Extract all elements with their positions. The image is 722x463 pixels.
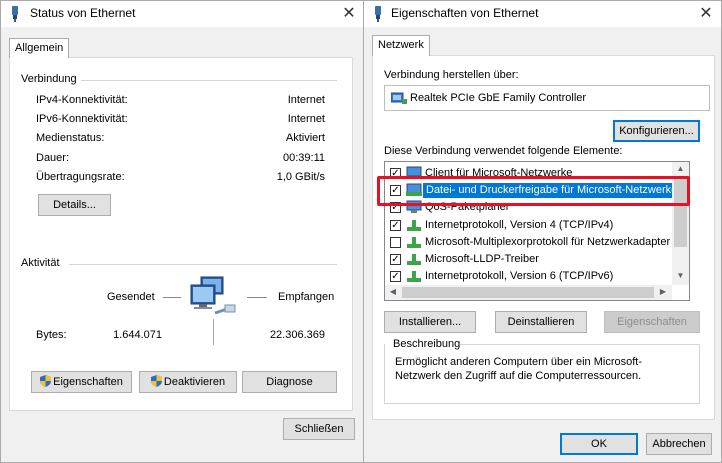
duration-value: 00:39:11 bbox=[282, 152, 325, 164]
received-label: Empfangen bbox=[278, 291, 335, 303]
bytes-received-value: 22.306.369 bbox=[269, 329, 325, 341]
connect-using-label: Verbindung herstellen über: bbox=[384, 69, 519, 81]
chevron-right-icon[interactable]: ▶ bbox=[658, 287, 668, 296]
close-icon[interactable]: ✕ bbox=[696, 3, 716, 23]
duration-label: Dauer: bbox=[36, 152, 70, 164]
status-properties-label: Eigenschaften bbox=[53, 376, 123, 388]
horizontal-scrollbar[interactable]: ◀ ▶ bbox=[385, 285, 672, 300]
ipv6-value: Internet bbox=[287, 113, 325, 125]
properties-window: Eigenschaften von Ethernet ✕ Netzwerk Ve… bbox=[363, 0, 722, 463]
ok-button[interactable]: OK bbox=[560, 433, 638, 455]
install-button[interactable]: Installieren... bbox=[384, 311, 476, 333]
status-close-button[interactable]: Schließen bbox=[283, 418, 355, 440]
ethernet-icon bbox=[375, 6, 381, 22]
highlight-box bbox=[377, 176, 690, 206]
chevron-left-icon[interactable]: ◀ bbox=[388, 287, 398, 296]
list-item[interactable]: Microsoft-Multiplexorprotokoll für Netzw… bbox=[385, 234, 685, 251]
items-label: Diese Verbindung verwendet folgende Elem… bbox=[384, 145, 623, 157]
adapter-name: Realtek PCIe GbE Family Controller bbox=[410, 92, 587, 104]
uninstall-button[interactable]: Deinstallieren bbox=[495, 311, 587, 333]
protocol-icon bbox=[407, 220, 421, 231]
properties-titlebar[interactable]: Eigenschaften von Ethernet ✕ bbox=[364, 1, 721, 27]
ipv6-label: IPv6-Konnektivität: bbox=[36, 113, 128, 125]
status-properties-button[interactable]: Eigenschaften bbox=[31, 371, 132, 393]
connection-group-title: Verbindung bbox=[21, 73, 81, 85]
chevron-up-icon[interactable]: ▲ bbox=[672, 164, 689, 173]
close-icon[interactable]: ✕ bbox=[339, 3, 359, 23]
properties-window-title: Eigenschaften von Ethernet bbox=[391, 6, 539, 20]
media-status-label: Medienstatus: bbox=[36, 132, 105, 144]
cancel-button[interactable]: Abbrechen bbox=[646, 433, 712, 455]
diagnose-button[interactable]: Diagnose bbox=[242, 371, 337, 393]
list-item[interactable]: ✓ Internetprotokoll, Version 6 (TCP/IPv6… bbox=[385, 268, 685, 285]
h-scroll-thumb[interactable] bbox=[402, 287, 654, 298]
speed-label: Übertragungsrate: bbox=[36, 171, 125, 183]
ipv4-label: IPv4-Konnektivität: bbox=[36, 94, 128, 106]
list-item[interactable]: ✓ Internetprotokoll, Version 4 (TCP/IPv4… bbox=[385, 217, 685, 234]
configure-button[interactable]: Konfigurieren... bbox=[613, 120, 700, 142]
sent-label: Gesendet bbox=[107, 291, 155, 303]
details-button[interactable]: Details... bbox=[38, 194, 111, 216]
component-properties-button: Eigenschaften bbox=[604, 311, 700, 333]
bytes-label: Bytes: bbox=[36, 329, 67, 341]
protocol-icon bbox=[407, 271, 421, 282]
activity-vertical-line bbox=[213, 319, 214, 345]
checkbox[interactable]: ✓ bbox=[390, 254, 401, 265]
status-titlebar[interactable]: Status von Ethernet ✕ bbox=[1, 1, 363, 27]
network-computers-icon bbox=[190, 276, 236, 315]
deactivate-label: Deaktivieren bbox=[163, 376, 226, 388]
bytes-sent-value: 1.644.071 bbox=[113, 329, 162, 341]
sent-line bbox=[163, 297, 181, 298]
status-panel bbox=[9, 57, 353, 411]
list-item-label: Microsoft-LLDP-Treiber bbox=[425, 253, 539, 265]
checkbox[interactable] bbox=[390, 237, 401, 248]
ethernet-icon bbox=[12, 6, 18, 22]
description-text: Ermöglicht anderen Computern über ein Mi… bbox=[395, 356, 643, 382]
list-item[interactable]: ✓ Microsoft-LLDP-Treiber bbox=[385, 251, 685, 268]
shield-icon bbox=[150, 375, 162, 387]
speed-value: 1,0 GBit/s bbox=[276, 171, 325, 183]
network-adapter-icon bbox=[391, 92, 407, 104]
shield-icon bbox=[40, 375, 52, 387]
activity-divider bbox=[69, 264, 337, 265]
list-item-label: Internetprotokoll, Version 6 (TCP/IPv6) bbox=[425, 270, 614, 282]
list-item-label: Internetprotokoll, Version 4 (TCP/IPv4) bbox=[425, 219, 614, 231]
activity-group-title: Aktivität bbox=[21, 257, 64, 269]
description-divider bbox=[460, 344, 700, 345]
checkbox[interactable]: ✓ bbox=[390, 220, 401, 231]
media-status-value: Aktiviert bbox=[285, 132, 325, 144]
chevron-down-icon[interactable]: ▼ bbox=[672, 271, 689, 280]
adapter-box: Realtek PCIe GbE Family Controller bbox=[384, 85, 710, 111]
list-item-label: Microsoft-Multiplexorprotokoll für Netzw… bbox=[425, 236, 671, 248]
connection-divider bbox=[81, 80, 337, 81]
ipv4-value: Internet bbox=[287, 94, 325, 106]
tab-netzwerk[interactable]: Netzwerk bbox=[372, 35, 430, 56]
protocol-icon bbox=[407, 237, 421, 248]
checkbox[interactable]: ✓ bbox=[390, 271, 401, 282]
status-window: Status von Ethernet ✕ Allgemein Verbindu… bbox=[0, 0, 364, 463]
received-line bbox=[247, 297, 267, 298]
status-window-title: Status von Ethernet bbox=[30, 6, 136, 20]
tab-allgemein[interactable]: Allgemein bbox=[9, 38, 70, 58]
deactivate-button[interactable]: Deaktivieren bbox=[139, 371, 237, 393]
protocol-icon bbox=[407, 254, 421, 265]
